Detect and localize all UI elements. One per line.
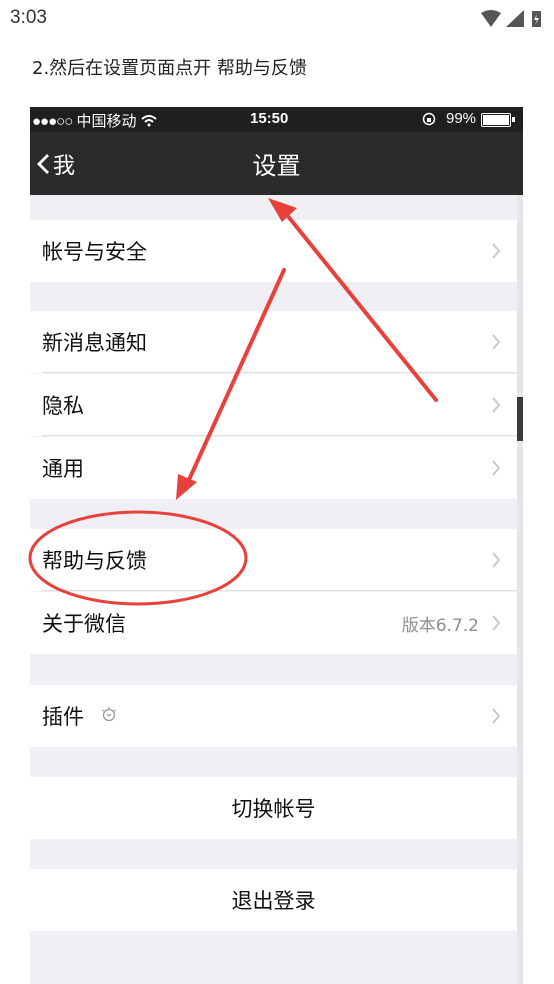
settings-row-general[interactable]: 通用 bbox=[30, 437, 517, 499]
row-label: 帮助与反馈 bbox=[42, 549, 147, 573]
page-title: 设置 bbox=[252, 152, 301, 180]
settings-row-account-security[interactable]: 帐号与安全 bbox=[30, 220, 517, 282]
battery-percent: 99% bbox=[446, 110, 477, 127]
wifi-icon bbox=[141, 115, 157, 127]
chevron-right-icon bbox=[492, 243, 501, 259]
android-clock: 3:03 bbox=[10, 7, 47, 28]
chevron-right-icon bbox=[492, 334, 501, 350]
android-status-bar: 3:03 bbox=[0, 0, 554, 38]
settings-screenshot: ●●●○○ 中国移动 15:50 99% 我 设置 帐号与安全 新消息通知 隐私… bbox=[30, 107, 523, 984]
button-label: 退出登录 bbox=[231, 889, 316, 913]
row-label: 隐私 bbox=[42, 394, 84, 418]
chevron-right-icon bbox=[492, 397, 501, 413]
chevron-right-icon bbox=[492, 460, 501, 476]
carrier: ●●●○○ 中国移动 bbox=[32, 110, 157, 131]
scrollbar-track bbox=[517, 195, 523, 984]
version-value: 版本6.7.2 bbox=[401, 616, 479, 636]
ios-clock: 15:50 bbox=[250, 110, 289, 127]
settings-row-privacy[interactable]: 隐私 bbox=[30, 374, 517, 436]
settings-row-help-feedback[interactable]: 帮助与反馈 bbox=[30, 529, 517, 591]
logout-button[interactable]: 退出登录 bbox=[30, 869, 517, 931]
cell-signal-icon bbox=[506, 10, 524, 27]
settings-row-plugins[interactable]: 插件 bbox=[30, 685, 517, 747]
wifi-icon bbox=[481, 10, 501, 27]
battery-icon bbox=[481, 113, 511, 127]
signal-dots: ●●●○○ bbox=[32, 113, 73, 130]
scrollbar-thumb[interactable] bbox=[517, 397, 523, 441]
chevron-right-icon bbox=[492, 552, 501, 568]
row-label: 帐号与安全 bbox=[42, 240, 147, 264]
row-label: 通用 bbox=[42, 457, 84, 481]
row-label: 插件 bbox=[42, 705, 84, 729]
button-label: 切换帐号 bbox=[231, 797, 316, 821]
chevron-right-icon bbox=[492, 615, 501, 631]
rotation-lock-icon bbox=[422, 112, 436, 130]
carrier-name: 中国移动 bbox=[76, 113, 137, 130]
chevron-right-icon bbox=[492, 708, 501, 724]
lightbulb-icon bbox=[102, 707, 116, 722]
instruction-text: 2.然后在设置页面点开 帮助与反馈 bbox=[32, 58, 307, 79]
navigation-bar: 我 设置 bbox=[30, 132, 523, 195]
row-label: 新消息通知 bbox=[42, 331, 147, 355]
settings-row-notifications[interactable]: 新消息通知 bbox=[30, 311, 517, 373]
settings-row-about[interactable]: 关于微信 版本6.7.2 bbox=[30, 592, 517, 654]
ios-status-bar: ●●●○○ 中国移动 15:50 99% bbox=[30, 107, 523, 132]
row-label: 关于微信 bbox=[42, 612, 126, 636]
switch-account-button[interactable]: 切换帐号 bbox=[30, 777, 517, 839]
android-status-icons bbox=[480, 9, 546, 33]
